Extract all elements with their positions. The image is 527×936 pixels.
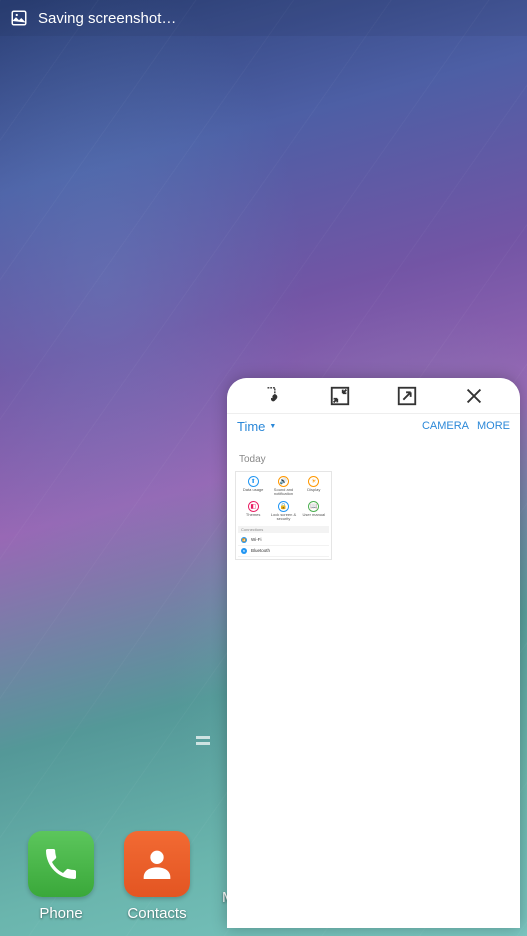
screenshot-thumbnail[interactable]: ⬆ Data usage 🔊 Sound and notification ☀ … — [235, 471, 332, 560]
popup-window[interactable]: Time CAMERA MORE Today ⬆ Data usage 🔊 So… — [227, 378, 520, 928]
popup-body: Today ⬆ Data usage 🔊 Sound and notificat… — [227, 438, 520, 570]
popup-title-dropdown[interactable]: Time — [237, 419, 276, 434]
today-label: Today — [235, 448, 512, 471]
wifi-icon: 📶 — [241, 537, 247, 543]
thumb-row-2: ◧ Themes 🔒 Lock screen & security 📖 User… — [238, 499, 329, 524]
bluetooth-icon: B — [241, 548, 247, 554]
popup-actions: CAMERA MORE — [422, 420, 510, 432]
camera-action[interactable]: CAMERA — [422, 420, 469, 432]
themes-icon: ◧ — [248, 501, 259, 512]
maximize-button[interactable] — [393, 382, 421, 410]
status-text: Saving screenshot… — [38, 10, 176, 27]
display-icon: ☀ — [308, 476, 319, 487]
thumb-section-header: Connections — [238, 526, 329, 533]
phone-app[interactable]: Phone — [28, 831, 94, 922]
contacts-label: Contacts — [127, 905, 186, 922]
phone-icon — [28, 831, 94, 897]
thumb-item: ◧ Themes — [239, 501, 267, 522]
phone-label: Phone — [39, 905, 82, 922]
minimize-button[interactable] — [326, 382, 354, 410]
contacts-app[interactable]: Contacts — [124, 831, 190, 922]
thumb-item: 🔊 Sound and notification — [269, 476, 297, 497]
thumb-item: ⬆ Data usage — [239, 476, 267, 497]
thumb-list-item: B Bluetooth — [238, 546, 329, 557]
dock: Phone Contacts — [0, 831, 190, 922]
thumb-list-item: 📶 Wi-Fi — [238, 535, 329, 546]
manual-icon: 📖 — [308, 501, 319, 512]
image-icon — [10, 9, 28, 27]
lock-icon: 🔒 — [278, 501, 289, 512]
thumb-item: ☀ Display — [300, 476, 328, 497]
more-action[interactable]: MORE — [477, 420, 510, 432]
thumb-item: 📖 User manual — [300, 501, 328, 522]
popup-header: Time CAMERA MORE — [227, 414, 520, 438]
status-bar: Saving screenshot… — [0, 0, 527, 36]
menu-indicator-icon — [196, 736, 210, 748]
thumb-item: 🔒 Lock screen & security — [269, 501, 297, 522]
close-button[interactable] — [460, 382, 488, 410]
contacts-icon — [124, 831, 190, 897]
popup-control-bar — [227, 378, 520, 414]
move-button[interactable] — [259, 382, 287, 410]
data-usage-icon: ⬆ — [248, 476, 259, 487]
thumb-row-1: ⬆ Data usage 🔊 Sound and notification ☀ … — [238, 474, 329, 499]
sound-icon: 🔊 — [278, 476, 289, 487]
